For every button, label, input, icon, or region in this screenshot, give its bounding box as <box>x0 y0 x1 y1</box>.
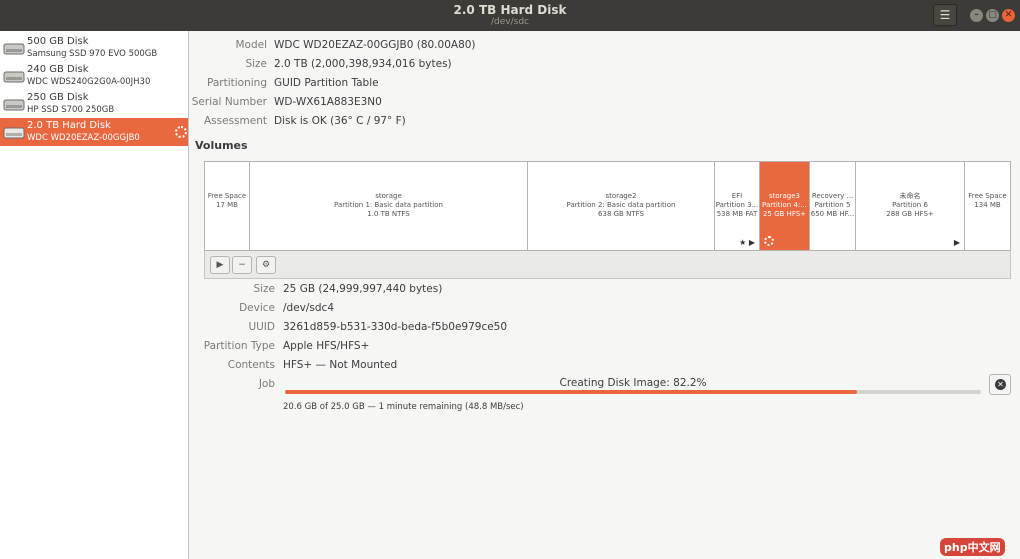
watermark-logo: php中文网 <box>940 538 1005 556</box>
partition-size: 538 MB FAT <box>716 210 758 218</box>
partition-storage[interactable]: storage Partition 1: Basic data partitio… <box>250 162 528 250</box>
partition-size: 17 MB <box>216 201 238 209</box>
partition-desc: Partition 2: Basic data partition <box>566 201 676 209</box>
disk-item-selected[interactable]: 2.0 TB Hard Disk WDC WD20EZAZ-00GGJB0 <box>0 118 188 146</box>
serial-number-value: WD-WX61A883E3N0 <box>274 96 382 108</box>
partition-free-space[interactable]: Free Space 17 MB <box>205 162 250 250</box>
partition-free-space[interactable]: Free Space 134 MB <box>965 162 1010 250</box>
hard-disk-icon <box>3 71 25 83</box>
disk-name: 240 GB Disk <box>27 64 89 75</box>
partition-label: Free Space <box>207 192 247 200</box>
device-label: Device <box>239 302 275 314</box>
partition-desc: Partition 6 <box>892 201 928 209</box>
disk-description: Samsung SSD 970 EVO 500GB <box>27 49 158 59</box>
partitioning-label: Partitioning <box>207 77 267 89</box>
hard-disk-icon <box>3 43 25 55</box>
partition-label: storage3 <box>768 192 801 200</box>
partition-desc: Partition 3... <box>715 201 759 209</box>
volume-toolbar: ▶ − ⚙ <box>204 251 1011 279</box>
job-title: Creating Disk Image: 82.2% <box>559 377 707 389</box>
volume-size-label: Size <box>253 283 275 295</box>
minimize-button[interactable]: – <box>970 9 983 22</box>
disk-name: 250 GB Disk <box>27 92 89 103</box>
delete-partition-button[interactable]: − <box>232 256 252 274</box>
partition-size: 25 GB HFS+ <box>762 210 807 218</box>
volume-map: Free Space 17 MB storage Partition 1: Ba… <box>204 161 1011 251</box>
size-value: 2.0 TB (2,000,398,934,016 bytes) <box>274 58 452 70</box>
serial-number-label: Serial Number <box>191 96 267 108</box>
disk-list: 500 GB Disk Samsung SSD 970 EVO 500GB 24… <box>0 31 189 559</box>
partition-label: EFI <box>731 192 743 200</box>
close-button[interactable]: ✕ <box>1002 9 1015 22</box>
disk-name: 2.0 TB Hard Disk <box>27 120 111 131</box>
partition-efi[interactable]: EFI Partition 3... 538 MB FAT ★ ▶ <box>715 162 760 250</box>
model-value: WDC WD20EZAZ-00GGJB0 (80.00A80) <box>274 39 476 51</box>
maximize-button[interactable]: □ <box>986 9 999 22</box>
partition-storage2[interactable]: storage2 Partition 2: Basic data partiti… <box>528 162 715 250</box>
model-label: Model <box>235 39 267 51</box>
disk-name: 500 GB Disk <box>27 36 89 47</box>
partition-size: 638 GB NTFS <box>598 210 644 218</box>
job-progress-bar <box>285 390 981 394</box>
partition-desc: Partition 5 <box>814 201 851 209</box>
device-value: /dev/sdc4 <box>283 302 335 314</box>
disk-description: HP SSD S700 250GB <box>27 105 115 115</box>
assessment-value: Disk is OK (36° C / 97° F) <box>274 115 406 127</box>
partition-label: 未命名 <box>899 192 921 200</box>
busy-spinner-icon <box>764 236 774 246</box>
hamburger-menu-icon[interactable]: ☰ <box>933 4 957 26</box>
volume-size-value: 25 GB (24,999,997,440 bytes) <box>283 283 443 295</box>
assessment-label: Assessment <box>204 115 267 127</box>
disk-item[interactable]: 500 GB Disk Samsung SSD 970 EVO 500GB <box>0 34 188 62</box>
partition-label: storage <box>375 192 402 200</box>
partition-storage3-selected[interactable]: storage3 Partition 4:... 25 GB HFS+ <box>760 162 810 250</box>
mount-button[interactable]: ▶ <box>210 256 230 274</box>
contents-label: Contents <box>227 359 275 371</box>
volumes-heading: Volumes <box>195 139 248 152</box>
header-bar: 2.0 TB Hard Disk /dev/sdc ☰ – □ ✕ <box>0 0 1020 31</box>
disk-item[interactable]: 240 GB Disk WDC WDS240G2G0A-00JH30 <box>0 62 188 90</box>
partition-size: 1.0 TB NTFS <box>367 210 410 218</box>
disk-description: WDC WDS240G2G0A-00JH30 <box>27 77 151 87</box>
partition-type-value: Apple HFS/HFS+ <box>283 340 370 352</box>
partition-desc: Partition 1: Basic data partition <box>334 201 443 209</box>
partition-desc: Partition 4:... <box>762 201 807 209</box>
partition-size: 288 GB HFS+ <box>886 210 934 218</box>
partition-recovery[interactable]: Recovery ... Partition 5 650 MB HF... <box>810 162 856 250</box>
hard-disk-icon <box>3 99 25 111</box>
uuid-value: 3261d859-b531-330d-beda-f5b0e979ce50 <box>283 321 508 333</box>
disks-window: 2.0 TB Hard Disk /dev/sdc ☰ – □ ✕ 500 GB… <box>0 0 1020 559</box>
window-subtitle: /dev/sdc <box>491 17 529 27</box>
play-icon: ▶ <box>953 238 960 247</box>
star-play-icon: ★ ▶ <box>739 238 755 247</box>
partition-label: Free Space <box>968 192 1007 200</box>
hard-disk-icon <box>3 127 25 139</box>
size-label: Size <box>245 58 267 70</box>
partition-type-label: Partition Type <box>203 340 275 352</box>
disk-description: WDC WD20EZAZ-00GGJB0 <box>27 133 140 143</box>
partition-6[interactable]: 未命名 Partition 6 288 GB HFS+ ▶ <box>856 162 965 250</box>
partition-label: storage2 <box>605 192 637 200</box>
contents-value: HFS+ — Not Mounted <box>283 359 398 371</box>
busy-spinner-icon <box>175 126 187 138</box>
disk-item[interactable]: 250 GB Disk HP SSD S700 250GB <box>0 90 188 118</box>
play-icon: ▶ <box>216 260 224 270</box>
gears-icon: ⚙ <box>261 260 271 270</box>
job-label: Job <box>258 378 275 390</box>
job-detail: 20.6 GB of 25.0 GB — 1 minute remaining … <box>283 402 524 412</box>
uuid-label: UUID <box>248 321 275 333</box>
cancel-icon: ✕ <box>995 379 1006 390</box>
settings-button[interactable]: ⚙ <box>256 256 276 274</box>
partitioning-value: GUID Partition Table <box>274 77 379 89</box>
partition-size: 650 MB HF... <box>810 210 855 218</box>
window-title: 2.0 TB Hard Disk <box>453 3 567 17</box>
cancel-job-button[interactable]: ✕ <box>989 374 1011 395</box>
minus-icon: − <box>238 260 246 270</box>
partition-size: 134 MB <box>974 201 1001 209</box>
job-progress-fill <box>285 390 858 394</box>
partition-label: Recovery ... <box>811 192 854 200</box>
